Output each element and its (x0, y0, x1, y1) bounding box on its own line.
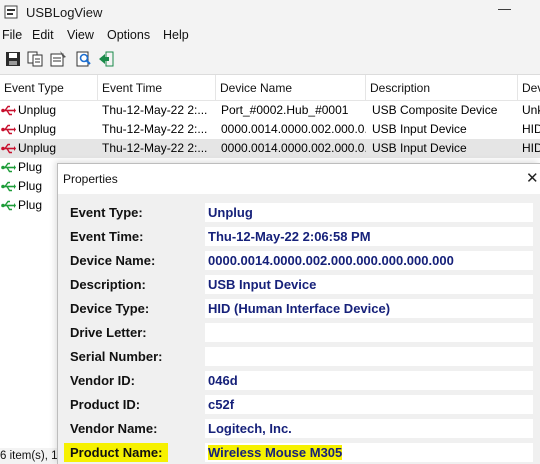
device-name-cell: 0000.0014.0000.002.000.0... (221, 122, 366, 136)
device-name-cell: Port_#0002.Hub_#0001 (221, 103, 349, 117)
menu-edit[interactable]: Edit (32, 28, 54, 42)
event-type-field[interactable]: Unplug (205, 203, 533, 222)
table-row[interactable]: Unplug Thu-12-May-22 2:... Port_#0002.Hu… (0, 101, 540, 120)
event-time-cell: Thu-12-May-22 2:... (102, 122, 208, 136)
status-bar: 6 item(s), 1 (0, 448, 60, 464)
vendor-id-label: Vendor ID: (70, 373, 136, 388)
drive-letter-field[interactable] (205, 323, 533, 342)
menu-help[interactable]: Help (163, 28, 189, 42)
description-cell: USB Input Device (372, 141, 467, 155)
column-header-event-type[interactable]: Event Type (0, 75, 98, 101)
event-type-cell: Unplug (18, 141, 57, 155)
usb-unplug-icon (1, 124, 16, 135)
event-time-field[interactable]: Thu-12-May-22 2:06:58 PM (205, 227, 533, 246)
menu-options[interactable]: Options (107, 28, 150, 42)
dialog-title: Properties (63, 172, 118, 186)
table-row[interactable]: Unplug Thu-12-May-22 2:... 0000.0014.000… (0, 120, 540, 139)
column-header-description[interactable]: Description (366, 75, 518, 101)
event-type-cell: Unplug (18, 103, 57, 117)
vendor-name-field[interactable]: Logitech, Inc. (205, 419, 533, 438)
device-type-cell: HID (522, 122, 540, 136)
product-id-field[interactable]: c52f (205, 395, 533, 414)
serial-number-field[interactable] (205, 347, 533, 366)
column-header-device-name[interactable]: Device Name (216, 75, 366, 101)
event-time-label: Event Time: (70, 229, 144, 244)
usb-unplug-icon (1, 143, 16, 154)
usb-unplug-icon (1, 105, 16, 116)
event-type-cell: Unplug (18, 122, 57, 136)
usb-plug-icon (1, 200, 16, 211)
description-label: Description: (70, 277, 146, 292)
description-cell: USB Composite Device (372, 103, 498, 117)
serial-number-label: Serial Number: (70, 349, 163, 364)
description-field[interactable]: USB Input Device (205, 275, 533, 294)
device-type-label: Device Type: (70, 301, 150, 316)
properties-dialog: Properties ✕ Event Type: Unplug Event Ti… (57, 163, 540, 464)
product-name-value-highlight: Wireless Mouse M305 (208, 445, 343, 460)
event-type-label: Event Type: (70, 205, 143, 220)
vendor-id-field[interactable]: 046d (205, 371, 533, 390)
column-header-device-type[interactable]: Dev (518, 75, 540, 101)
close-icon[interactable]: ✕ (526, 169, 539, 187)
save-icon[interactable] (4, 50, 22, 68)
device-name-cell: 0000.0014.0000.002.000.0... (221, 141, 366, 155)
drive-letter-label: Drive Letter: (70, 325, 147, 340)
description-cell: USB Input Device (372, 122, 467, 136)
toolbar (0, 45, 540, 75)
device-type-cell: Unk (522, 103, 540, 117)
product-name-field[interactable]: Wireless Mouse M305 (205, 443, 533, 462)
table-row-selected[interactable]: Unplug Thu-12-May-22 2:... 0000.0014.000… (0, 139, 540, 158)
product-name-label: Product Name: (64, 443, 169, 462)
column-header-event-time[interactable]: Event Time (98, 75, 216, 101)
usblogview-app-icon (4, 5, 18, 19)
menu-bar: File Edit View Options Help (0, 26, 540, 45)
product-id-label: Product ID: (70, 397, 141, 412)
find-icon[interactable] (75, 50, 93, 68)
device-name-label: Device Name: (70, 253, 156, 268)
copy-icon[interactable] (26, 50, 44, 68)
vendor-name-label: Vendor Name: (70, 421, 158, 436)
device-name-field[interactable]: 0000.0014.0000.002.000.000.000.000.000 (205, 251, 533, 270)
usb-plug-icon (1, 181, 16, 192)
event-type-cell: Plug (18, 179, 43, 193)
title-bar: USBLogView — (0, 0, 540, 26)
minimize-button[interactable]: — (498, 1, 511, 16)
event-time-cell: Thu-12-May-22 2:... (102, 141, 208, 155)
menu-view[interactable]: View (67, 28, 94, 42)
menu-file[interactable]: File (2, 28, 22, 42)
event-type-cell: Plug (18, 198, 43, 212)
event-time-cell: Thu-12-May-22 2:... (102, 103, 208, 117)
dialog-title-bar: Properties ✕ (58, 164, 540, 194)
usb-plug-icon (1, 162, 16, 173)
device-type-cell: HID (522, 141, 540, 155)
event-type-cell: Plug (18, 160, 43, 174)
properties-icon[interactable] (49, 50, 67, 68)
device-type-field[interactable]: HID (Human Interface Device) (205, 299, 533, 318)
window-title: USBLogView (26, 5, 103, 20)
exit-icon[interactable] (97, 50, 115, 68)
list-header: Event Type Event Time Device Name Descri… (0, 75, 540, 101)
